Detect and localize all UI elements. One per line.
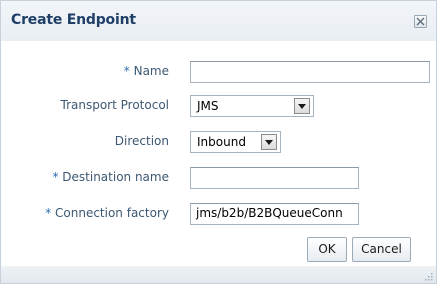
direction-select[interactable]: Inbound (190, 131, 281, 153)
close-icon (416, 17, 425, 26)
transport-protocol-value: JMS (197, 99, 219, 113)
name-label: * Name (123, 64, 169, 78)
direction-dropdown-button[interactable] (261, 134, 277, 150)
direction-label: Direction (114, 134, 169, 148)
resize-grip-icon[interactable] (424, 272, 433, 281)
cancel-button[interactable]: Cancel (352, 237, 411, 262)
required-marker: * (45, 206, 52, 220)
destination-name-label: * Destination name (52, 170, 169, 184)
dialog-title-bar[interactable]: Create Endpoint (1, 1, 436, 41)
transport-protocol-select[interactable]: JMS (190, 95, 314, 117)
ok-button[interactable]: OK (307, 237, 347, 262)
dialog-footer (1, 266, 436, 283)
destination-name-input[interactable] (190, 167, 359, 189)
connection-factory-input[interactable]: jms/b2b/B2BQueueConn (190, 203, 359, 225)
transport-protocol-dropdown-button[interactable] (294, 98, 310, 114)
chevron-down-icon (265, 140, 273, 145)
connection-factory-label: * Connection factory (45, 206, 169, 220)
name-input[interactable] (190, 61, 430, 83)
transport-protocol-label: Transport Protocol (60, 98, 169, 112)
chevron-down-icon (298, 104, 306, 109)
dialog-title: Create Endpoint (11, 12, 136, 28)
direction-value: Inbound (197, 135, 246, 149)
create-endpoint-dialog: Create Endpoint * Name Transport Protoco… (0, 0, 437, 284)
required-marker: * (52, 170, 59, 184)
close-button[interactable] (414, 15, 427, 28)
required-marker: * (123, 64, 130, 78)
